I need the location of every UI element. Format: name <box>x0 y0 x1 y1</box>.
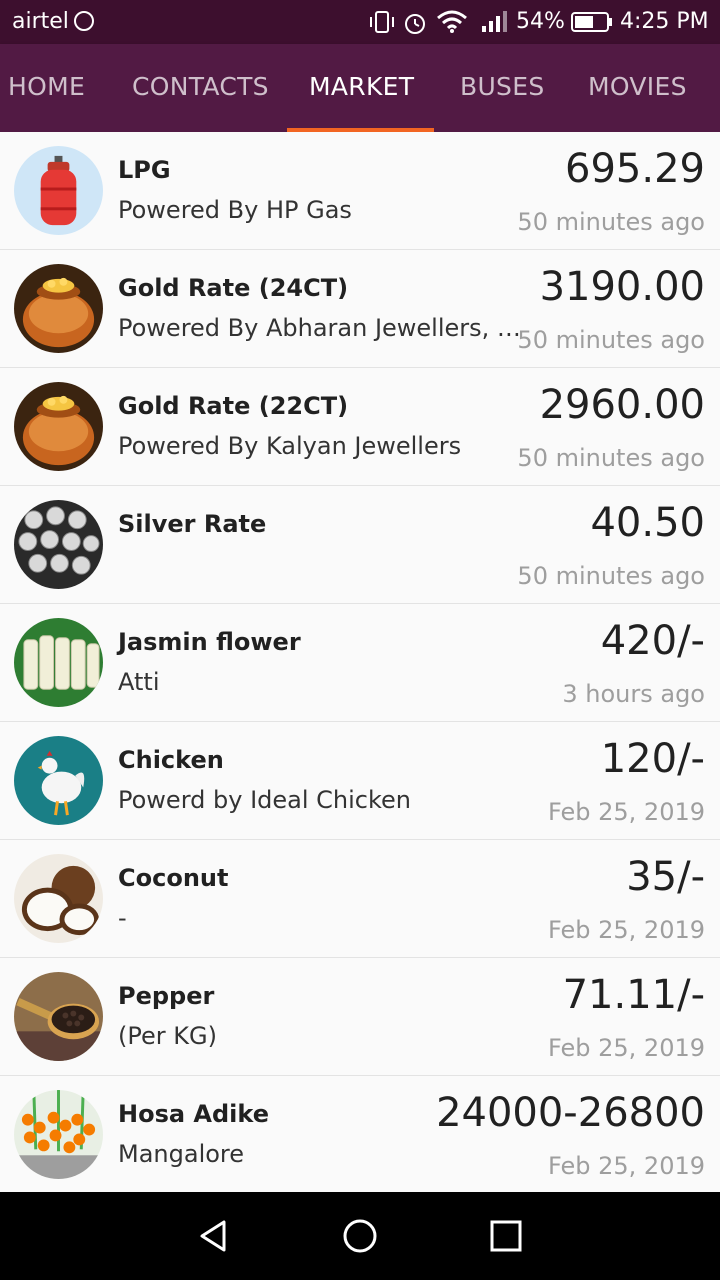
coconut-icon <box>14 854 103 943</box>
item-subtitle: Mangalore <box>118 1140 245 1168</box>
recent-apps-icon[interactable] <box>486 1216 526 1256</box>
list-item[interactable]: LPG Powered By HP Gas 695.29 50 minutes … <box>0 132 720 250</box>
item-updated-time: 50 minutes ago <box>517 444 705 472</box>
item-price: 24000-26800 <box>436 1090 705 1136</box>
item-title: Silver Rate <box>118 510 267 538</box>
vibrate-icon <box>370 11 394 33</box>
item-subtitle: Atti <box>118 668 160 696</box>
item-title: Chicken <box>118 746 224 774</box>
item-title: Pepper <box>118 982 215 1010</box>
item-subtitle: Powered By HP Gas <box>118 196 352 224</box>
list-item[interactable]: Pepper (Per KG) 71.11/- Feb 25, 2019 <box>0 958 720 1076</box>
item-title: LPG <box>118 156 171 184</box>
battery-percent: 54% <box>516 9 565 34</box>
battery-icon <box>571 12 612 32</box>
item-subtitle: Powered By Abharan Jewellers, Mangalore <box>118 314 523 342</box>
list-item[interactable]: Gold Rate (24CT) Powered By Abharan Jewe… <box>0 250 720 368</box>
item-updated-time: 50 minutes ago <box>517 326 705 354</box>
arecanut-icon <box>14 1090 103 1179</box>
item-subtitle: Powerd by Ideal Chicken <box>118 786 412 814</box>
list-item[interactable]: Jasmin flower Atti 420/- 3 hours ago <box>0 604 720 722</box>
wifi-icon <box>437 10 467 33</box>
tab-buses[interactable]: BUSES <box>460 72 544 101</box>
tab-contacts[interactable]: CONTACTS <box>132 72 269 101</box>
item-price: 3190.00 <box>539 264 705 310</box>
pepper-icon <box>14 972 103 1061</box>
list-item[interactable]: Hosa Adike Mangalore 24000-26800 Feb 25,… <box>0 1076 720 1194</box>
tab-home[interactable]: HOME <box>8 72 85 101</box>
item-updated-time: Feb 25, 2019 <box>548 1152 705 1180</box>
carrier-name: airtel <box>12 9 69 34</box>
item-subtitle: (Per KG) <box>118 1022 217 1050</box>
tab-movies[interactable]: MOVIES <box>588 72 687 101</box>
chicken-icon <box>14 736 103 825</box>
item-title: Gold Rate (22CT) <box>118 392 349 420</box>
back-icon[interactable] <box>194 1216 234 1256</box>
item-price: 120/- <box>600 736 705 782</box>
item-updated-time: 50 minutes ago <box>517 562 705 590</box>
item-price: 2960.00 <box>539 382 705 428</box>
item-subtitle: - <box>118 904 127 932</box>
navigation-bar <box>0 1192 720 1280</box>
signal-icon <box>482 11 507 32</box>
alarm-icon <box>405 14 425 34</box>
silver-bowls-icon <box>14 500 103 589</box>
gold-pot-icon <box>14 382 103 471</box>
item-updated-time: Feb 25, 2019 <box>548 1034 705 1062</box>
item-title: Jasmin flower <box>118 628 301 656</box>
item-updated-time: 50 minutes ago <box>517 208 705 236</box>
item-updated-time: Feb 25, 2019 <box>548 798 705 826</box>
list-item[interactable]: Silver Rate 40.50 50 minutes ago <box>0 486 720 604</box>
jasmine-flower-icon <box>14 618 103 707</box>
item-title: Gold Rate (24CT) <box>118 274 349 302</box>
carrier-logo-icon <box>74 11 94 31</box>
lpg-cylinder-icon <box>14 146 103 235</box>
home-icon[interactable] <box>340 1216 380 1256</box>
item-price: 35/- <box>626 854 705 900</box>
item-price: 695.29 <box>565 146 705 192</box>
item-updated-time: 3 hours ago <box>562 680 705 708</box>
list-item[interactable]: Gold Rate (22CT) Powered By Kalyan Jewel… <box>0 368 720 486</box>
item-price: 40.50 <box>590 500 705 546</box>
market-list: LPG Powered By HP Gas 695.29 50 minutes … <box>0 132 720 1194</box>
gold-pot-icon <box>14 264 103 353</box>
status-bar: airtel 54% 4:25 PM <box>0 0 720 44</box>
list-item[interactable]: Coconut - 35/- Feb 25, 2019 <box>0 840 720 958</box>
tab-bar: HOME CONTACTS MARKET BUSES MOVIES <box>0 44 720 132</box>
clock: 4:25 PM <box>620 9 709 34</box>
item-subtitle: Powered By Kalyan Jewellers <box>118 432 462 460</box>
tab-market[interactable]: MARKET <box>309 72 414 101</box>
item-title: Hosa Adike <box>118 1100 269 1128</box>
item-title: Coconut <box>118 864 229 892</box>
item-price: 420/- <box>600 618 705 664</box>
item-updated-time: Feb 25, 2019 <box>548 916 705 944</box>
list-item[interactable]: Chicken Powerd by Ideal Chicken 120/- Fe… <box>0 722 720 840</box>
item-price: 71.11/- <box>562 972 705 1018</box>
